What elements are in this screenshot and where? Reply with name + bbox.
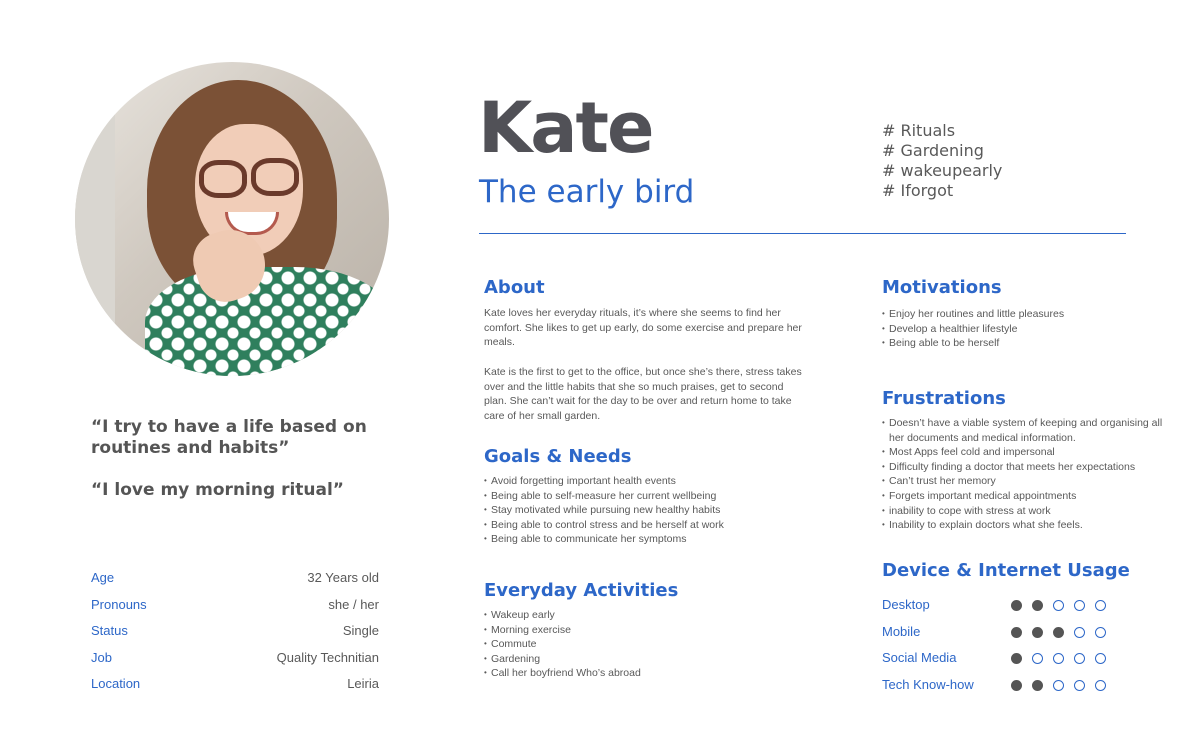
usage-row-tech-know-how: Tech Know-how bbox=[882, 677, 1122, 697]
list-item: Being able to control stress and be hers… bbox=[484, 518, 814, 533]
motivations-list: Enjoy her routines and little pleasures … bbox=[882, 307, 1172, 351]
info-label: Job bbox=[91, 650, 112, 665]
list-item: Difficulty finding a doctor that meets h… bbox=[882, 460, 1174, 475]
rating-dots bbox=[1011, 680, 1106, 691]
activities-list: Wakeup early Morning exercise Commute Ga… bbox=[484, 608, 814, 681]
rating-dot-filled bbox=[1032, 680, 1043, 691]
rating-dot-empty bbox=[1032, 653, 1043, 664]
list-item: Can’t trust her memory bbox=[882, 474, 1174, 489]
about-paragraph-1: Kate loves her everyday rituals, it’s wh… bbox=[484, 307, 802, 349]
rating-dot-empty bbox=[1074, 627, 1085, 638]
tag: # Gardening bbox=[882, 141, 984, 160]
device-usage-heading: Device & Internet Usage bbox=[882, 560, 1130, 581]
list-item: Inability to explain doctors what she fe… bbox=[882, 518, 1174, 533]
info-row-location: Location Leiria bbox=[91, 676, 379, 696]
rating-dot-empty bbox=[1053, 600, 1064, 611]
rating-dot-filled bbox=[1032, 600, 1043, 611]
usage-label: Desktop bbox=[882, 597, 930, 612]
list-item: Being able to communicate her symptoms bbox=[484, 532, 814, 547]
rating-dot-empty bbox=[1074, 680, 1085, 691]
info-label: Location bbox=[91, 676, 141, 691]
header-divider bbox=[479, 233, 1126, 234]
rating-dot-filled bbox=[1032, 627, 1043, 638]
info-value: Leiria bbox=[347, 676, 379, 691]
list-item: inability to cope with stress at work bbox=[882, 504, 1174, 519]
info-label: Pronouns bbox=[91, 597, 147, 612]
persona-tags: # Rituals # Gardening # wakeupearly # If… bbox=[882, 121, 1002, 201]
info-label: Age bbox=[91, 570, 115, 585]
motivations-heading: Motivations bbox=[882, 277, 1002, 298]
rating-dot-filled bbox=[1011, 627, 1022, 638]
rating-dot-empty bbox=[1095, 627, 1106, 638]
rating-dot-empty bbox=[1074, 600, 1085, 611]
quote-1: “I try to have a life based on routines … bbox=[91, 417, 367, 458]
tag: # Rituals bbox=[882, 121, 956, 140]
activities-heading: Everyday Activities bbox=[484, 580, 679, 601]
list-item: Develop a healthier lifestyle bbox=[882, 322, 1172, 337]
tag: # wakeupearly bbox=[882, 161, 1003, 180]
rating-dot-empty bbox=[1095, 653, 1106, 664]
rating-dot-filled bbox=[1011, 653, 1022, 664]
list-item: Most Apps feel cold and impersonal bbox=[882, 445, 1174, 460]
usage-row-mobile: Mobile bbox=[882, 624, 1122, 644]
list-item: Morning exercise bbox=[484, 623, 814, 638]
list-item: Call her boyfriend Who’s abroad bbox=[484, 666, 814, 681]
about-paragraph-2: Kate is the first to get to the office, … bbox=[484, 366, 802, 422]
usage-row-social-media: Social Media bbox=[882, 650, 1122, 670]
usage-label: Social Media bbox=[882, 650, 957, 665]
rating-dot-empty bbox=[1053, 653, 1064, 664]
info-row-age: Age 32 Years old bbox=[91, 570, 379, 590]
list-item: Being able to self-measure her current w… bbox=[484, 489, 814, 504]
rating-dots bbox=[1011, 600, 1106, 611]
info-row-status: Status Single bbox=[91, 623, 379, 643]
rating-dots bbox=[1011, 627, 1106, 638]
rating-dot-empty bbox=[1095, 600, 1106, 611]
list-item: Forgets important medical appointments bbox=[882, 489, 1174, 504]
list-item: Doesn’t have a viable system of keeping … bbox=[882, 416, 1174, 445]
rating-dot-empty bbox=[1053, 680, 1064, 691]
info-value: 32 Years old bbox=[307, 570, 379, 585]
info-row-job: Job Quality Technitian bbox=[91, 650, 379, 670]
persona-name: Kate bbox=[478, 87, 654, 169]
rating-dot-filled bbox=[1011, 680, 1022, 691]
persona-photo bbox=[75, 62, 389, 376]
frustrations-list: Doesn’t have a viable system of keeping … bbox=[882, 416, 1174, 533]
persona-subtitle: The early bird bbox=[479, 174, 695, 210]
list-item: Enjoy her routines and little pleasures bbox=[882, 307, 1172, 322]
usage-row-desktop: Desktop bbox=[882, 597, 1122, 617]
list-item: Gardening bbox=[484, 652, 814, 667]
usage-label: Mobile bbox=[882, 624, 921, 639]
list-item: Wakeup early bbox=[484, 608, 814, 623]
list-item: Being able to be herself bbox=[882, 336, 1172, 351]
info-value: Quality Technitian bbox=[276, 650, 379, 665]
list-item: Stay motivated while pursuing new health… bbox=[484, 503, 814, 518]
info-label: Status bbox=[91, 623, 128, 638]
info-value: she / her bbox=[328, 597, 379, 612]
tag: # Iforgot bbox=[882, 181, 954, 200]
frustrations-heading: Frustrations bbox=[882, 388, 1006, 409]
goals-list: Avoid forgetting important health events… bbox=[484, 474, 814, 547]
rating-dot-filled bbox=[1011, 600, 1022, 611]
rating-dots bbox=[1011, 653, 1106, 664]
rating-dot-filled bbox=[1053, 627, 1064, 638]
list-item: Commute bbox=[484, 637, 814, 652]
goals-heading: Goals & Needs bbox=[484, 446, 632, 467]
rating-dot-empty bbox=[1095, 680, 1106, 691]
usage-label: Tech Know-how bbox=[882, 677, 974, 692]
rating-dot-empty bbox=[1074, 653, 1085, 664]
quote-2: “I love my morning ritual” bbox=[91, 480, 344, 500]
info-value: Single bbox=[342, 623, 379, 638]
info-row-pronouns: Pronouns she / her bbox=[91, 597, 379, 617]
list-item: Avoid forgetting important health events bbox=[484, 474, 814, 489]
about-heading: About bbox=[484, 277, 545, 298]
